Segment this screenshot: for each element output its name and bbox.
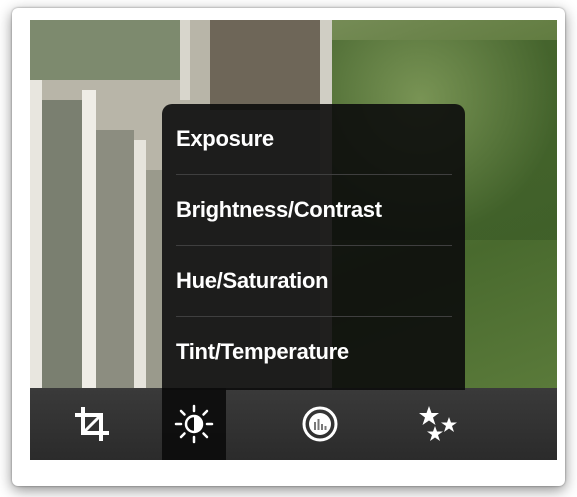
effects-stars-icon bbox=[419, 406, 457, 441]
window-pane bbox=[42, 100, 82, 388]
window-frame bbox=[180, 20, 190, 100]
brick-wall bbox=[210, 20, 320, 110]
filter-circle-icon bbox=[302, 406, 338, 442]
crop-button[interactable] bbox=[60, 388, 124, 460]
adjustments-menu: Exposure Brightness/Contrast Hue/Saturat… bbox=[162, 104, 465, 390]
building-top-window bbox=[30, 20, 180, 80]
adjust-button[interactable] bbox=[162, 388, 226, 460]
window-pane bbox=[146, 170, 162, 388]
filter-button[interactable] bbox=[288, 388, 352, 460]
menu-item-hue-saturation[interactable]: Hue/Saturation bbox=[162, 246, 465, 316]
menu-item-exposure[interactable]: Exposure bbox=[162, 104, 465, 174]
menu-item-brightness-contrast[interactable]: Brightness/Contrast bbox=[162, 175, 465, 245]
effects-button[interactable] bbox=[406, 388, 470, 460]
window-frame bbox=[82, 90, 96, 388]
brightness-sun-icon bbox=[174, 404, 214, 444]
menu-item-tint-temperature[interactable]: Tint/Temperature bbox=[162, 317, 465, 387]
window-frame bbox=[30, 80, 42, 388]
window-frame bbox=[134, 140, 146, 388]
crop-icon bbox=[75, 407, 109, 441]
window-pane bbox=[96, 130, 134, 388]
